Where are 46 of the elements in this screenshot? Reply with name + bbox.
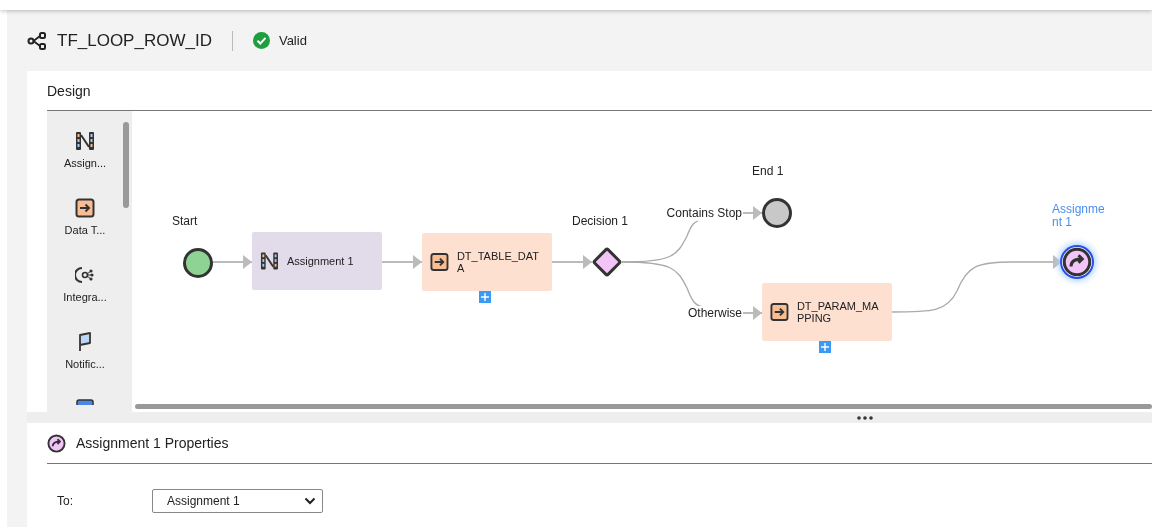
target-dropdown[interactable]: Assignment 1	[152, 489, 323, 513]
assignment-icon	[260, 251, 279, 271]
scrollbar[interactable]	[123, 122, 129, 208]
check-icon	[252, 32, 270, 49]
assignment-icon	[75, 131, 95, 151]
end-node[interactable]	[762, 198, 792, 228]
redirect-icon	[47, 433, 66, 453]
start-node[interactable]	[183, 248, 213, 278]
integration-icon	[75, 265, 95, 285]
assignment-node[interactable]: Assignment 1	[252, 232, 382, 290]
edge-label: Otherwise	[687, 306, 742, 320]
chevron-down-icon	[304, 497, 316, 505]
palette-item[interactable]: Assign...	[47, 111, 123, 178]
connector	[381, 255, 423, 269]
flag-icon	[77, 332, 93, 352]
panel-icon	[76, 399, 94, 405]
add-button[interactable]	[479, 291, 491, 303]
arrow-box-icon	[770, 302, 789, 322]
edge-label: Contains Stop	[666, 206, 742, 220]
palette-item[interactable]: Notific...	[47, 312, 123, 379]
node-label: DT_TABLE_DATA	[456, 250, 541, 274]
node-label: Start	[172, 215, 198, 228]
flow-icon	[27, 30, 47, 51]
data-task-node[interactable]: DT_PARAM_MAPPING	[762, 283, 892, 341]
add-button[interactable]	[819, 341, 831, 353]
connector	[550, 255, 593, 269]
connector	[211, 255, 253, 269]
palette-item[interactable]: Data T...	[47, 178, 123, 245]
arrow-box-icon	[430, 252, 449, 272]
node-label: Assignment 1	[286, 255, 355, 267]
arrow-box-icon	[75, 198, 95, 218]
redirect-icon	[1062, 247, 1092, 277]
section-title: Design	[47, 81, 92, 101]
node-label: Assignment 1	[1052, 203, 1106, 229]
data-task-node[interactable]: DT_TABLE_DATA	[422, 233, 552, 291]
field-label: To:	[57, 493, 74, 510]
node-label: Decision 1	[572, 215, 629, 228]
node-label: DT_PARAM_MAPPING	[796, 300, 880, 324]
properties-title: Assignment 1 Properties	[76, 433, 229, 453]
node-label: End 1	[752, 165, 784, 178]
flow-title: TF_LOOP_ROW_ID	[57, 29, 212, 52]
status-text: Valid	[278, 31, 307, 50]
drag-handle-icon[interactable]	[857, 415, 873, 420]
horizontal-scrollbar[interactable]	[135, 404, 1152, 409]
jump-node[interactable]	[1062, 247, 1092, 277]
palette-item[interactable]: Integra...	[47, 245, 123, 312]
